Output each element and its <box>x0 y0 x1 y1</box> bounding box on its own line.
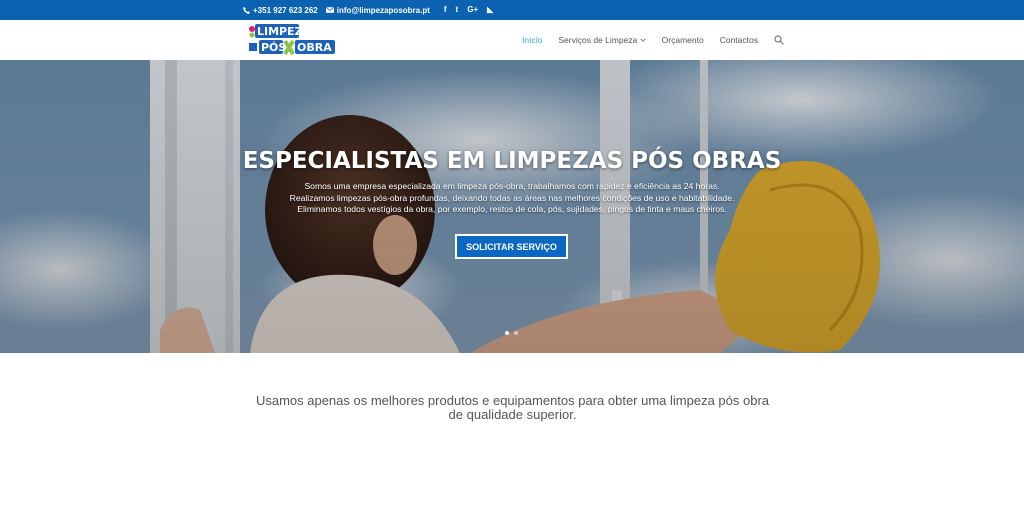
nav-item-contactos[interactable]: Contactos <box>720 35 758 45</box>
slide-dot-1[interactable] <box>505 331 509 335</box>
social-links: f t G+ ◣ <box>444 6 493 14</box>
main-nav: Início Serviços de Limpeza Orçamento Con… <box>522 20 784 60</box>
logo-line3: OBRA <box>297 41 332 54</box>
nav-item-orcamento[interactable]: Orçamento <box>662 35 704 45</box>
rss-icon[interactable]: ◣ <box>487 6 493 14</box>
slide-dot-2[interactable] <box>514 331 518 335</box>
twitter-icon[interactable]: t <box>456 6 459 14</box>
hero-description: Somos uma empresa especializada em limpe… <box>289 181 735 214</box>
logo-line2: PÓS <box>261 41 286 54</box>
phone-contact[interactable]: +351 927 623 262 <box>243 6 318 15</box>
google-plus-icon[interactable]: G+ <box>467 6 478 14</box>
nav-item-servicos-label: Serviços de Limpeza <box>558 35 638 45</box>
slider-pagination <box>505 331 518 335</box>
email-contact[interactable]: info@limpezaposobra.pt <box>325 5 430 15</box>
request-service-button[interactable]: SOLICITAR SERVIÇO <box>455 234 568 259</box>
nav-item-inicio[interactable]: Início <box>522 35 542 45</box>
email-address: info@limpezaposobra.pt <box>336 5 430 15</box>
chevron-down-icon <box>639 38 646 42</box>
nav-item-servicos[interactable]: Serviços de Limpeza <box>558 35 646 45</box>
facebook-icon[interactable]: f <box>444 6 447 14</box>
site-logo[interactable]: LIMPEZA PÓS OBRA <box>249 23 337 57</box>
phone-number: +351 927 623 262 <box>253 5 318 15</box>
intro-text: Usamos apenas os melhores produtos e equ… <box>255 393 770 422</box>
search-icon[interactable] <box>774 35 784 45</box>
main-header: LIMPEZA PÓS OBRA Início Serviços de Limp… <box>0 20 1024 61</box>
hero-slider: ESPECIALISTAS EM LIMPEZAS PÓS OBRAS Somo… <box>0 60 1024 353</box>
logo-line1: LIMPEZA <box>257 25 312 38</box>
hero-title: ESPECIALISTAS EM LIMPEZAS PÓS OBRAS <box>242 148 782 174</box>
phone-icon <box>243 6 250 14</box>
envelope-icon <box>325 7 334 13</box>
top-bar: +351 927 623 262 info@limpezaposobra.pt … <box>0 0 1024 20</box>
